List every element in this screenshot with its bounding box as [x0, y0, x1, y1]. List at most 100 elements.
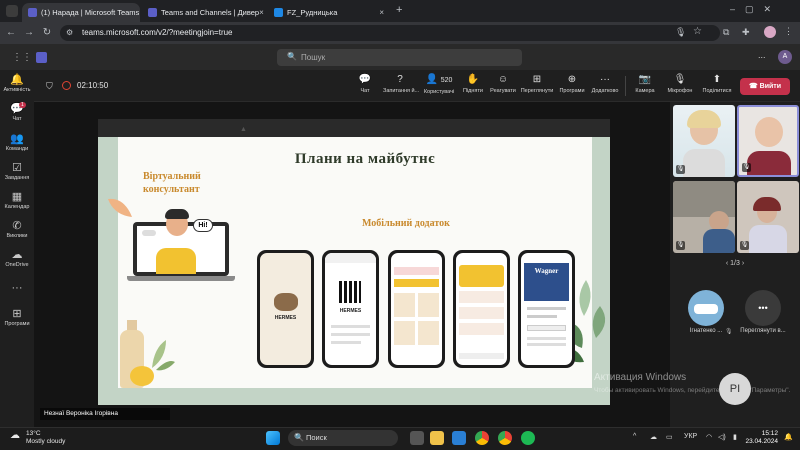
windows-start-icon[interactable] — [266, 431, 280, 445]
phone-hangup-icon: ☎ — [748, 83, 758, 90]
leave-button[interactable]: ☎ Вийти — [740, 78, 790, 95]
question-icon: ? — [397, 74, 403, 85]
participant-video-4[interactable]: 🎙 — [737, 181, 799, 253]
puzzle-icon[interactable]: ✚ — [742, 27, 750, 38]
view-all-button[interactable]: ••• — [745, 290, 781, 326]
participant-video-3[interactable]: 🎙 — [673, 181, 735, 253]
reload-icon[interactable]: ↻ — [40, 26, 54, 40]
virtual-consultant-heading: Віртуальний консультант — [143, 171, 201, 195]
battery-icon[interactable]: ▮ — [733, 433, 737, 441]
file-explorer-icon[interactable] — [430, 431, 444, 445]
more-options[interactable]: ... — [758, 50, 766, 60]
rail-more-apps[interactable]: ··· — [0, 282, 34, 295]
address-bar[interactable]: teams.microsoft.com/v2/?meetingjoin=true — [60, 25, 720, 41]
laptop-base — [127, 276, 235, 281]
back-icon[interactable]: ← — [4, 26, 18, 40]
profile-avatar[interactable] — [764, 26, 776, 38]
people-button[interactable]: 👤 520 Користувачі — [422, 74, 456, 95]
rail-item-calendar[interactable]: ▦ Календар — [0, 191, 34, 210]
window-controls[interactable]: –▢✕ — [730, 4, 781, 15]
chevron-right-icon[interactable]: › — [742, 260, 744, 267]
chevron-up-icon[interactable]: ^ — [633, 433, 636, 440]
recording-icon — [62, 81, 71, 90]
weather-widget[interactable]: ☁ 13°C Mostly cloudy — [10, 430, 65, 446]
bookmark-star-icon[interactable]: ☆ — [693, 26, 702, 37]
rail-item-apps[interactable]: ⊞ Програми — [0, 308, 34, 327]
tab-fz[interactable]: FZ_Рудницька × — [268, 3, 390, 22]
rail-item-teams[interactable]: 👥 Команди — [0, 133, 34, 152]
chat-button[interactable]: 💬 Чат — [348, 74, 382, 94]
qr-code-icon — [339, 281, 361, 303]
rail-item-chat[interactable]: 💬 Чат — [0, 103, 34, 122]
forward-icon[interactable]: → — [22, 26, 36, 40]
mic-button[interactable]: 🎙 Мікрофон — [663, 74, 697, 94]
chrome-icon[interactable] — [475, 431, 489, 445]
cloud-icon[interactable]: ☁ — [650, 433, 657, 441]
menu-row — [459, 307, 504, 319]
browser-menu-icon[interactable]: ⋮ — [784, 26, 793, 37]
close-tab-icon[interactable]: × — [379, 8, 384, 17]
people-icon: 👤 520 — [425, 74, 453, 85]
chevron-left-icon[interactable]: ‹ — [726, 260, 728, 267]
participant-video-2[interactable]: 🎙 — [737, 105, 799, 177]
chrome-profile-icon[interactable] — [498, 431, 512, 445]
notification-icon[interactable]: 🔔 — [784, 433, 793, 441]
tab-teams-channels[interactable]: Teams and Channels | Дивер × — [142, 3, 267, 22]
user-avatar[interactable]: A — [778, 50, 792, 64]
camera-button[interactable]: 📷 Камера — [628, 74, 662, 94]
text-line — [527, 315, 557, 318]
react-button[interactable]: ☺ Реагувати — [486, 74, 520, 94]
taskbar-search[interactable]: Поиск — [288, 430, 398, 446]
product-card — [418, 293, 439, 317]
spotify-icon[interactable] — [521, 431, 535, 445]
tab-search-icon[interactable] — [6, 5, 18, 17]
app-launcher-icon[interactable]: ⋮⋮ — [12, 52, 32, 63]
tab-teams-meeting[interactable]: (1) Нарада | Microsoft Teams × — [22, 3, 140, 22]
participant-pager: ‹ 1/3 › — [725, 260, 745, 267]
teams-logo-icon — [36, 52, 47, 63]
extensions-icon[interactable]: ⧉ — [723, 27, 729, 38]
taskbar-clock[interactable]: 15:12 23.04.2024 — [738, 430, 778, 446]
promo-banner — [459, 265, 504, 287]
more-actions-button[interactable]: ··· Додатково — [588, 74, 622, 94]
language-indicator[interactable]: УКР — [684, 433, 697, 440]
site-info-icon[interactable]: ⚙ — [66, 28, 73, 37]
close-tab-icon[interactable]: × — [139, 8, 140, 17]
hermes-brand: HERMES — [274, 315, 297, 321]
participant-avatar-pi[interactable]: PI — [719, 373, 751, 405]
window-background — [673, 181, 735, 217]
teams-search-input[interactable]: Пошук — [277, 49, 522, 66]
teams-icon — [28, 8, 37, 17]
tray-app-icon[interactable]: ▭ — [666, 433, 673, 441]
presenter-name-caption: Незнаї Вероніка Ігорівна — [40, 408, 170, 420]
shared-screen-topbar — [98, 119, 610, 137]
rail-item-calls[interactable]: ✆ Виклики — [0, 220, 34, 239]
chat-badge: 1 — [19, 102, 26, 108]
mail-icon[interactable] — [452, 431, 466, 445]
product-card — [394, 321, 415, 345]
participant-avatar-ignatenko[interactable] — [688, 290, 724, 326]
rail-item-tasks[interactable]: ☑ Завдання — [0, 162, 34, 181]
task-view-icon[interactable] — [410, 431, 424, 445]
apps-button[interactable]: ⊕ Програми — [555, 74, 589, 94]
rail-item-activity[interactable]: 🔔 Активність — [0, 74, 34, 93]
mic-off-icon: 🎙 — [673, 74, 687, 85]
qa-button[interactable]: ? Запитання й... — [383, 74, 419, 94]
person-body — [703, 229, 735, 253]
view-all-label: Переглянути в... — [740, 328, 786, 334]
close-tab-icon[interactable]: × — [259, 8, 264, 17]
participant-video-1[interactable]: 🎙 — [673, 105, 735, 177]
character-hair — [165, 209, 189, 219]
shield-icon: ⛉ — [46, 81, 53, 91]
wifi-icon[interactable]: ◠ — [706, 433, 712, 441]
view-button[interactable]: ⊞ Переглянути — [520, 74, 554, 94]
lemon-leaves — [152, 340, 175, 371]
chat-icon: 💬 — [358, 74, 372, 85]
volume-icon[interactable]: ◁) — [718, 433, 726, 441]
person-body — [683, 149, 725, 177]
raise-hand-button[interactable]: ✋ Підняти — [456, 74, 490, 94]
mic-icon[interactable]: 🎙 — [675, 27, 686, 38]
share-button[interactable]: ⬆ Поділитися — [700, 74, 734, 94]
new-tab-button[interactable]: + — [396, 4, 402, 16]
rail-item-onedrive[interactable]: ☁ OneDrive — [0, 249, 34, 268]
